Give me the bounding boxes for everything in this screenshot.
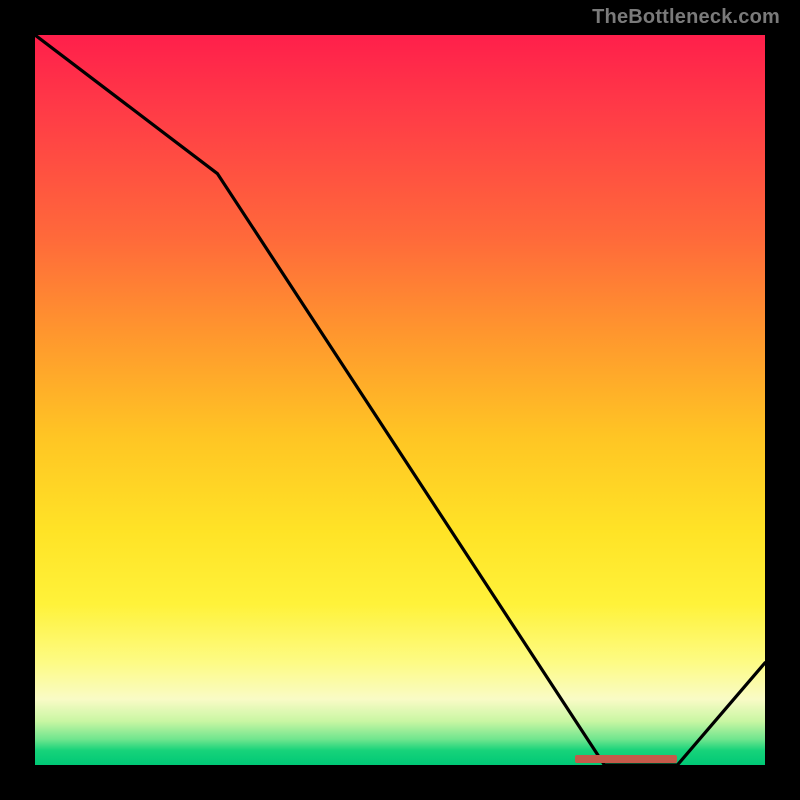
attribution-label: TheBottleneck.com — [592, 6, 780, 29]
chart-container: TheBottleneck.com — [0, 0, 800, 800]
plot-area — [35, 35, 765, 765]
series-overlay — [35, 35, 765, 765]
bottleneck-curve-line — [35, 35, 765, 765]
optimal-range-marker — [575, 755, 677, 763]
